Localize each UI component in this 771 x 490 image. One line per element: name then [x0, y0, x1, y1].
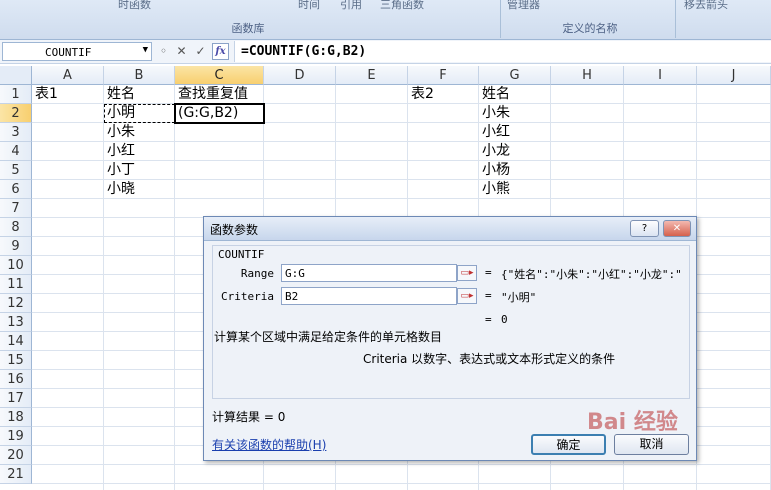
argument-description: Criteria 以数字、表达式或文本形式定义的条件 [363, 352, 616, 366]
row-header-17[interactable]: 17 [0, 389, 32, 408]
column-header-a[interactable]: A [32, 66, 104, 85]
column-header-c[interactable]: C [175, 66, 264, 85]
ribbon-math-trig[interactable]: 三角函数 [380, 0, 424, 12]
formula-input[interactable]: =COUNTIF(G:G,B2) [234, 41, 771, 62]
select-all-corner[interactable] [0, 66, 32, 85]
help-icon[interactable]: ? [630, 220, 659, 237]
row-header-13[interactable]: 13 [0, 313, 32, 332]
criteria-input[interactable]: B2 [281, 287, 457, 305]
range-result: {"姓名":"小朱":"小红":"小龙":" [501, 268, 682, 281]
row-header-5[interactable]: 5 [0, 161, 32, 180]
defined-names-group-label: 定义的名称 [562, 22, 618, 35]
row-header-21[interactable]: 21 [0, 465, 32, 484]
row-header-14[interactable]: 14 [0, 332, 32, 351]
column-header-e[interactable]: E [336, 66, 408, 85]
function-description: 计算某个区域中满足给定条件的单元格数目 [214, 330, 443, 344]
row-header-19[interactable]: 19 [0, 427, 32, 446]
calc-result-label: 计算结果 = [212, 410, 278, 424]
column-header-j[interactable]: J [697, 66, 771, 85]
row-header-16[interactable]: 16 [0, 370, 32, 389]
ribbon-remove-arrows[interactable]: 移去箭头 [684, 0, 728, 12]
column-header-b[interactable]: B [104, 66, 175, 85]
name-box-value: COUNTIF [45, 46, 92, 59]
enter-icon[interactable]: ✓ [192, 43, 209, 60]
column-header-f[interactable]: F [408, 66, 479, 85]
range-equals: = [485, 266, 492, 279]
ribbon-time-functions[interactable]: 时间 [298, 0, 320, 12]
formula-bar-grip-icon: ◦ [159, 44, 168, 58]
reference-highlight-b2 [104, 104, 175, 123]
calculation-result: 计算结果 = 0 [212, 408, 285, 425]
function-equals: = [485, 313, 492, 326]
function-result: 0 [501, 313, 508, 326]
cell-g3[interactable]: 小红 [480, 123, 552, 142]
row-header-4[interactable]: 4 [0, 142, 32, 161]
row-header-6[interactable]: 6 [0, 180, 32, 199]
dialog-title: 函数参数 [210, 223, 259, 237]
cell-f1[interactable]: 表2 [409, 85, 480, 104]
cell-b5[interactable]: 小丁 [105, 161, 176, 180]
cell-b3[interactable]: 小朱 [105, 123, 176, 142]
ribbon-lookup-reference[interactable]: 引用 [340, 0, 362, 12]
arguments-panel: COUNTIF Range G:G ▭▸ = {"姓名":"小朱":"小红":"… [212, 245, 690, 399]
ribbon-separator [675, 0, 676, 38]
grid-line [32, 464, 771, 465]
row-header-10[interactable]: 10 [0, 256, 32, 275]
cell-g1[interactable]: 姓名 [480, 85, 552, 104]
row-header-7[interactable]: 7 [0, 199, 32, 218]
criteria-label: Criteria [221, 290, 274, 303]
row-header-20[interactable]: 20 [0, 446, 32, 465]
column-header-d[interactable]: D [264, 66, 336, 85]
insert-function-icon[interactable]: fx [212, 43, 229, 60]
cell-a1[interactable]: 表1 [33, 85, 105, 104]
close-icon[interactable]: ✕ [663, 220, 691, 237]
name-box[interactable]: COUNTIF ▼ [2, 42, 152, 61]
cell-g4[interactable]: 小龙 [480, 142, 552, 161]
grid-line [103, 85, 104, 490]
row-header-18[interactable]: 18 [0, 408, 32, 427]
column-header-g[interactable]: G [479, 66, 551, 85]
active-cell-border [174, 103, 265, 124]
watermark-logo: Bai 经验 [587, 410, 678, 435]
row-header-8[interactable]: 8 [0, 218, 32, 237]
row-header-9[interactable]: 9 [0, 237, 32, 256]
grid-line [32, 483, 771, 484]
cell-g6[interactable]: 小熊 [480, 180, 552, 199]
ribbon: 时函数 时间 引用 三角函数 管理器 移去箭头 函数库 定义的名称 [0, 0, 771, 40]
calc-result-value: 0 [277, 410, 286, 424]
function-help-link[interactable]: 有关该函数的帮助(H) [212, 436, 326, 453]
function-name: COUNTIF [218, 248, 265, 261]
ribbon-date-time-functions[interactable]: 时函数 [118, 0, 151, 12]
criteria-equals: = [485, 289, 492, 302]
chevron-down-icon[interactable]: ▼ [143, 45, 148, 55]
cell-b1[interactable]: 姓名 [105, 85, 176, 104]
row-header-15[interactable]: 15 [0, 351, 32, 370]
column-header-i[interactable]: I [624, 66, 697, 85]
row-header-11[interactable]: 11 [0, 275, 32, 294]
column-header-h[interactable]: H [551, 66, 624, 85]
formula-bar: COUNTIF ▼ ◦ ✕ ✓ fx =COUNTIF(G:G,B2) [0, 40, 771, 64]
cell-g5[interactable]: 小杨 [480, 161, 552, 180]
row-header-3[interactable]: 3 [0, 123, 32, 142]
range-label: Range [240, 267, 274, 280]
cell-c1[interactable]: 查找重复值 [176, 85, 296, 104]
function-library-group-label: 函数库 [231, 22, 265, 35]
row-header-12[interactable]: 12 [0, 294, 32, 313]
ribbon-separator [500, 0, 501, 38]
cancel-icon[interactable]: ✕ [173, 43, 190, 60]
range-input[interactable]: G:G [281, 264, 457, 282]
cell-g2[interactable]: 小朱 [480, 104, 552, 123]
collapse-criteria-icon[interactable]: ▭▸ [457, 288, 477, 304]
dialog-title-bar[interactable]: 函数参数 ? ✕ [204, 217, 696, 241]
criteria-result: "小明" [501, 291, 537, 304]
collapse-range-icon[interactable]: ▭▸ [457, 265, 477, 281]
cell-b4[interactable]: 小红 [105, 142, 176, 161]
row-header-1[interactable]: 1 [0, 85, 32, 104]
cell-b6[interactable]: 小晓 [105, 180, 176, 199]
ribbon-name-manager[interactable]: 管理器 [507, 0, 540, 12]
row-header-2[interactable]: 2 [0, 104, 32, 123]
